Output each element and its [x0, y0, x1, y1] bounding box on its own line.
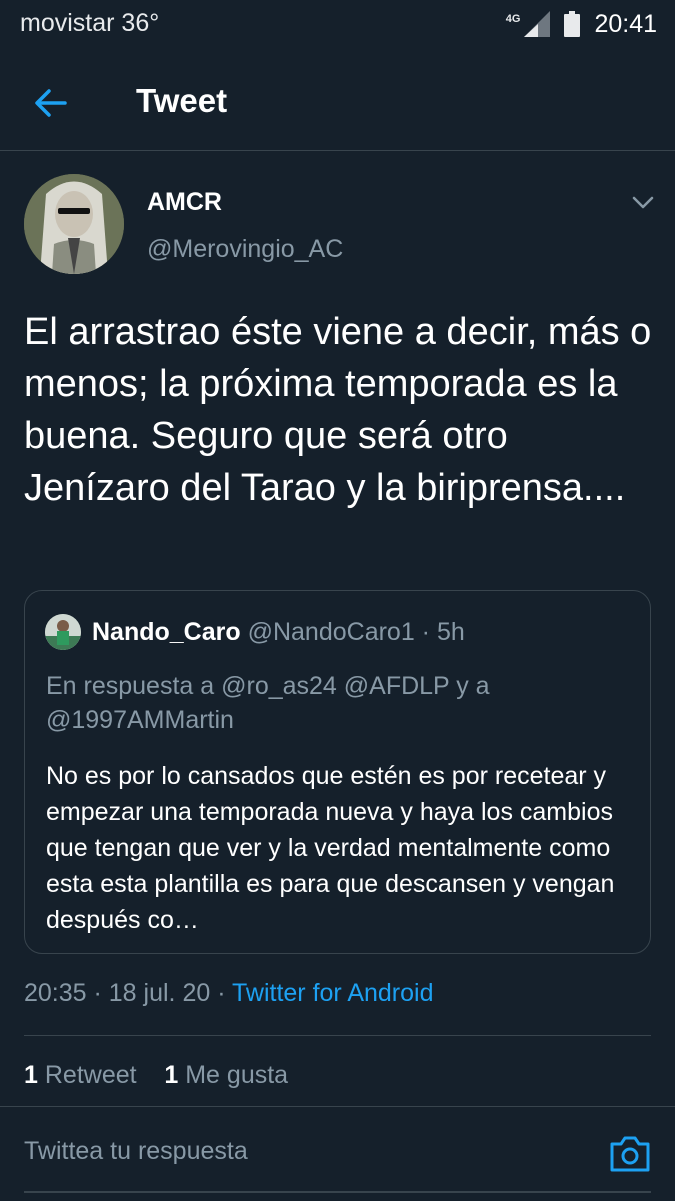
- reply-underline: [24, 1191, 651, 1193]
- quoted-author-name: Nando_Caro: [92, 618, 241, 646]
- battery-icon: [564, 11, 581, 37]
- likes-label: Me gusta: [185, 1061, 289, 1089]
- quoted-reply-to: En respuesta a @ro_as24 @AFDLP y a @1997…: [46, 672, 490, 734]
- author-avatar[interactable]: [24, 174, 124, 274]
- page-title: Tweet: [136, 82, 228, 119]
- divider: [24, 1035, 651, 1036]
- quoted-header: Nando_Caro @NandoCaro1 · 5h: [92, 618, 465, 647]
- top-bar: Tweet: [0, 56, 675, 151]
- reply-input[interactable]: Twittea tu respuesta: [24, 1137, 248, 1166]
- quoted-avatar-image: [45, 614, 81, 650]
- tweet-meta: 20:35 · 18 jul. 20 · Twitter for Android: [24, 979, 434, 1008]
- quoted-text: No es por lo cansados que estén es por r…: [46, 762, 615, 934]
- tweet-source-link[interactable]: Twitter for Android: [232, 979, 433, 1007]
- meta-separator: ·: [86, 979, 109, 1007]
- quoted-tweet-card[interactable]: Nando_Caro @NandoCaro1 · 5h En respuesta…: [24, 590, 651, 954]
- signal-icon: [524, 11, 551, 37]
- retweets-count: 1: [24, 1061, 38, 1089]
- status-time: 20:41: [594, 9, 657, 38]
- quoted-separator: ·: [414, 618, 437, 646]
- temperature: 36°: [121, 9, 160, 37]
- camera-icon: [610, 1136, 650, 1172]
- quoted-author-avatar: [45, 614, 81, 650]
- quoted-author-handle: @NandoCaro1: [247, 618, 415, 646]
- quoted-age: 5h: [436, 618, 465, 646]
- tweet-date: 18 jul. 20: [108, 979, 211, 1007]
- retweets-label: Retweet: [44, 1061, 137, 1089]
- reply-bar: Twittea tu respuesta: [0, 1106, 675, 1201]
- tweet-time: 20:35: [24, 979, 87, 1007]
- carrier-label: movistar 36°: [20, 9, 159, 38]
- likes-count: 1: [164, 1061, 179, 1089]
- camera-button[interactable]: [608, 1134, 652, 1174]
- arrow-left-icon: [35, 89, 67, 117]
- retweets-stat[interactable]: 1 Retweet: [24, 1061, 137, 1089]
- author-handle[interactable]: @Merovingio_AC: [147, 235, 343, 264]
- chevron-down-icon: [632, 196, 654, 209]
- status-bar: movistar 36° 4G 20:41: [0, 0, 675, 48]
- tweet-text: El arrastrao éste viene a decir, más o m…: [24, 311, 652, 509]
- status-icons: 4G 20:41: [506, 8, 657, 40]
- author-name[interactable]: AMCR: [147, 188, 222, 217]
- carrier-name: movistar: [20, 9, 115, 37]
- tweet-stats: 1 Retweet 1 Me gusta: [24, 1061, 288, 1090]
- more-options-button[interactable]: [628, 188, 658, 218]
- back-button[interactable]: [26, 78, 76, 128]
- avatar-image: [24, 174, 124, 274]
- meta-separator: ·: [210, 979, 233, 1007]
- likes-stat[interactable]: 1 Me gusta: [164, 1061, 288, 1089]
- network-type: 4G: [505, 13, 521, 25]
